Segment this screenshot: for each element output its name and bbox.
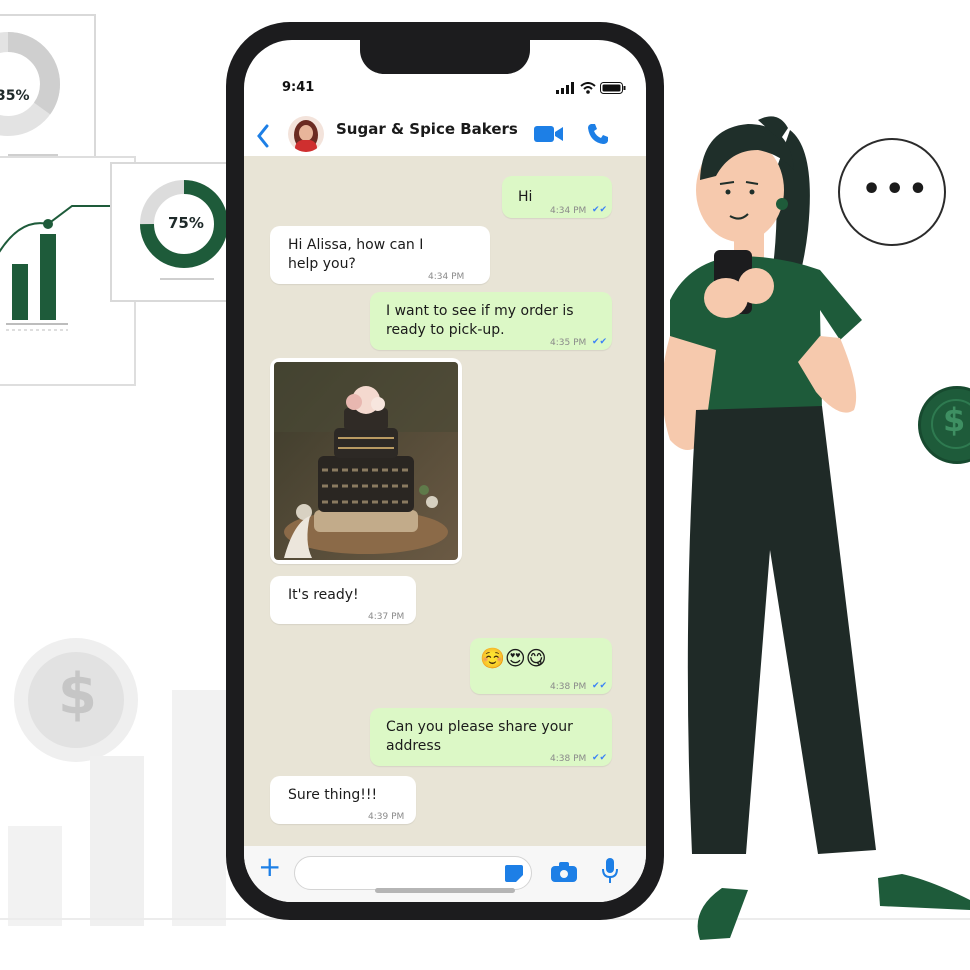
contact-name[interactable]: Sugar & Spice Bakers bbox=[336, 120, 518, 138]
camera-icon[interactable] bbox=[551, 862, 577, 882]
message-time: 4:34 PM bbox=[428, 272, 465, 282]
message-bubble-outgoing[interactable]: ☺️😍😋 4:38 PM ✔✔ bbox=[470, 638, 612, 694]
message-text: Hi bbox=[518, 189, 533, 205]
chevron-left-icon[interactable] bbox=[256, 124, 270, 148]
message-bubble-incoming[interactable]: Hi Alissa, how can I help you? 4:34 PM bbox=[270, 226, 490, 284]
message-time: 4:37 PM bbox=[368, 612, 405, 622]
video-camera-icon[interactable] bbox=[534, 124, 564, 144]
status-time: 9:41 bbox=[282, 80, 315, 95]
message-bubble-outgoing[interactable]: I want to see if my order is ready to pi… bbox=[370, 292, 612, 350]
message-time: 4:38 PM bbox=[550, 682, 587, 692]
image-message[interactable] bbox=[270, 358, 462, 564]
donut-large-label: 75% bbox=[168, 214, 204, 232]
bar bbox=[12, 264, 28, 320]
read-receipt-icon: ✔✔ bbox=[592, 753, 608, 763]
message-text: It's ready! bbox=[288, 587, 359, 603]
plus-icon[interactable]: + bbox=[258, 852, 281, 882]
read-receipt-icon: ✔✔ bbox=[592, 205, 608, 215]
dollar-icon: $ bbox=[58, 662, 97, 727]
cake-photo[interactable] bbox=[274, 362, 458, 560]
chart-point bbox=[43, 219, 53, 229]
home-indicator[interactable] bbox=[375, 888, 515, 893]
message-emojis: ☺️😍😋 bbox=[480, 646, 547, 670]
message-text: I want to see if my order is ready to pi… bbox=[386, 303, 574, 338]
message-time: 4:38 PM bbox=[550, 754, 587, 764]
phone-notch bbox=[360, 40, 530, 74]
bar bbox=[40, 234, 56, 320]
message-text: Sure thing!!! bbox=[288, 787, 378, 803]
wifi-icon bbox=[580, 82, 596, 94]
message-bubble-outgoing[interactable]: Hi 4:34 PM ✔✔ bbox=[502, 176, 612, 218]
message-bubble-outgoing[interactable]: Can you please share your address 4:38 P… bbox=[370, 708, 612, 766]
message-input[interactable] bbox=[294, 856, 532, 890]
donut-small-label: 35% bbox=[0, 88, 30, 104]
chat-area[interactable]: Hi 4:34 PM ✔✔ Hi Alissa, how can I help … bbox=[244, 156, 646, 846]
read-receipt-icon: ✔✔ bbox=[592, 681, 608, 691]
donut-chart-small bbox=[0, 32, 60, 136]
read-receipt-icon: ✔✔ bbox=[592, 337, 608, 347]
bg-bar bbox=[90, 756, 144, 926]
message-bubble-incoming[interactable]: Sure thing!!! 4:39 PM bbox=[270, 776, 416, 824]
signal-icon bbox=[556, 82, 574, 94]
dollar-coin-decor: $ bbox=[14, 638, 138, 762]
stats-card-back: 35% bbox=[0, 14, 96, 170]
message-composer: + bbox=[244, 846, 646, 902]
bg-bar bbox=[8, 826, 62, 926]
card-line bbox=[160, 278, 214, 280]
avatar[interactable] bbox=[288, 116, 324, 152]
message-time: 4:34 PM bbox=[550, 206, 587, 216]
bg-bar bbox=[172, 690, 226, 926]
battery-icon bbox=[600, 82, 626, 94]
chat-screen: 9:41 Sugar & Spice Bakers Hi 4:34 PM ✔✔ … bbox=[244, 40, 646, 902]
donut-card: 75% bbox=[110, 162, 232, 302]
sticker-icon[interactable] bbox=[503, 862, 525, 884]
microphone-icon[interactable] bbox=[602, 858, 618, 884]
woman-illustration bbox=[662, 116, 970, 940]
message-time: 4:35 PM bbox=[550, 338, 587, 348]
message-time: 4:39 PM bbox=[368, 812, 405, 822]
phone-icon[interactable] bbox=[586, 122, 610, 146]
message-bubble-incoming[interactable]: It's ready! 4:37 PM bbox=[270, 576, 416, 624]
phone-frame: 9:41 Sugar & Spice Bakers Hi 4:34 PM ✔✔ … bbox=[226, 22, 664, 920]
